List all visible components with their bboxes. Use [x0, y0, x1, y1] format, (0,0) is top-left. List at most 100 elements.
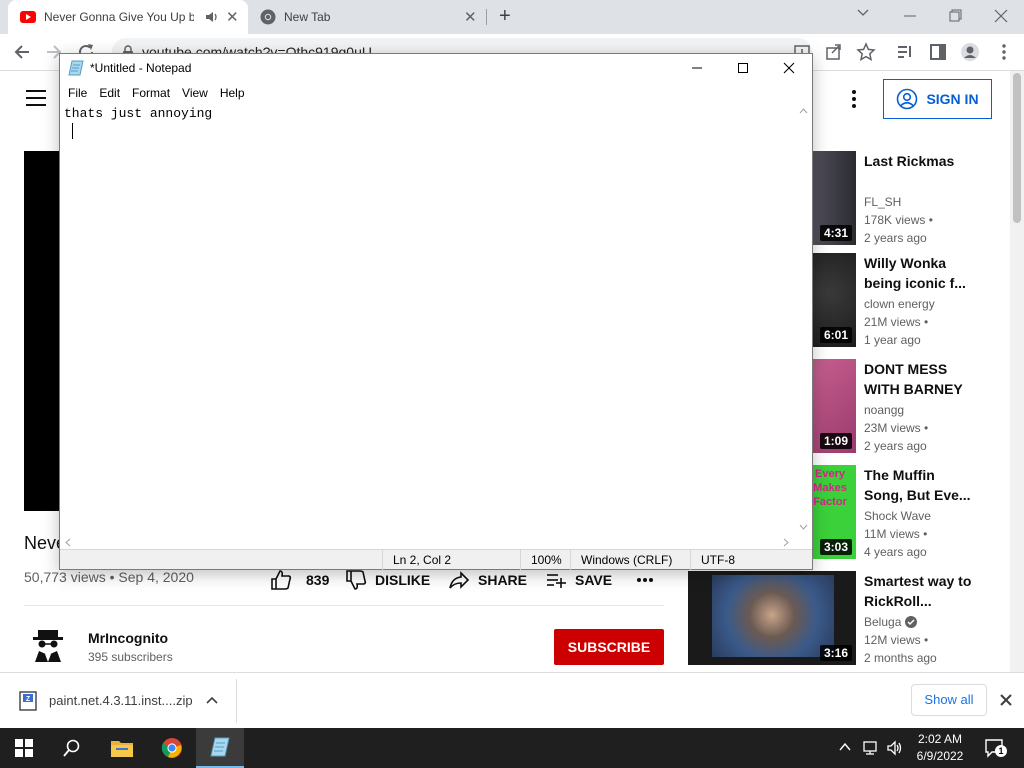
scroll-up-arrow-icon[interactable] — [799, 108, 808, 114]
browser-minimize-icon[interactable] — [895, 5, 925, 27]
notifications-icon[interactable]: 1 — [984, 738, 1007, 758]
notepad-title-bar[interactable]: *Untitled - Notepad — [60, 54, 812, 82]
share-arrow-icon — [448, 569, 470, 591]
recommendation-item[interactable]: 3:16 Smartest way to RickRoll... Beluga … — [688, 571, 1008, 667]
notepad-menu-bar: File Edit Format View Help — [60, 82, 812, 104]
file-explorer-icon[interactable] — [98, 728, 146, 768]
share-label: SHARE — [478, 572, 528, 588]
notification-count-badge: 1 — [995, 745, 1007, 757]
menu-edit[interactable]: Edit — [99, 86, 128, 100]
divider — [236, 679, 237, 723]
tab-close-icon[interactable]: ✕ — [464, 8, 477, 26]
channel-subscriber-count: 395 subscribers — [88, 650, 173, 664]
playlist-add-icon — [545, 569, 567, 591]
more-actions-icon[interactable] — [636, 567, 654, 593]
sign-in-label: SIGN IN — [926, 91, 979, 107]
notepad-vertical-scrollbar[interactable] — [795, 104, 812, 534]
share-button[interactable]: SHARE — [448, 567, 527, 593]
channel-name[interactable]: MrIncognito — [88, 630, 168, 646]
notepad-close-icon[interactable] — [766, 54, 812, 82]
status-line-ending: Windows (CRLF) — [570, 550, 690, 570]
audio-playing-icon[interactable] — [205, 10, 219, 24]
scroll-left-arrow-icon[interactable] — [65, 538, 71, 547]
video-thumbnail[interactable]: 3:16 — [688, 571, 856, 665]
notepad-window-title: *Untitled - Notepad — [90, 61, 192, 75]
windows-taskbar: 2:02 AM 6/9/2022 1 — [0, 728, 1024, 768]
tab-search-chevron-icon[interactable] — [848, 6, 878, 28]
scroll-right-arrow-icon[interactable] — [783, 538, 789, 547]
volume-icon[interactable] — [886, 739, 904, 757]
close-download-bar-icon[interactable] — [999, 693, 1013, 707]
recommendation-age: 4 years ago — [864, 545, 927, 559]
notepad-taskbar-icon[interactable] — [196, 728, 244, 768]
profile-avatar-icon[interactable] — [960, 42, 980, 62]
tab-youtube[interactable]: Never Gonna Give You Up b ✕ — [8, 0, 248, 34]
text-line: thats just annoying — [64, 106, 213, 121]
divider — [24, 605, 664, 606]
menu-help[interactable]: Help — [220, 86, 253, 100]
tab-new-tab[interactable]: New Tab ✕ — [250, 0, 486, 34]
recommendation-age: 2 months ago — [864, 651, 937, 665]
subscribe-button[interactable]: SUBSCRIBE — [554, 629, 664, 665]
sign-in-button[interactable]: SIGN IN — [883, 79, 992, 119]
like-count: 839 — [306, 572, 330, 588]
text-cursor — [72, 123, 73, 139]
tab-title: Never Gonna Give You Up b — [44, 10, 194, 24]
channel-label: clown energy — [864, 297, 935, 311]
notepad-minimize-icon[interactable] — [674, 54, 720, 82]
recommendation-channel: Shock Wave — [864, 509, 931, 523]
channel-avatar-icon[interactable] — [30, 627, 66, 663]
show-all-downloads-button[interactable]: Show all — [911, 684, 987, 716]
notepad-text-area[interactable]: thats just annoying — [60, 104, 812, 534]
share-page-icon[interactable] — [824, 42, 844, 62]
system-clock[interactable]: 2:02 AM 6/9/2022 — [912, 731, 968, 765]
dislike-button[interactable]: DISLIKE — [345, 567, 430, 593]
chrome-icon[interactable] — [148, 728, 196, 768]
save-button[interactable]: SAVE — [545, 567, 612, 593]
scroll-down-arrow-icon[interactable] — [799, 524, 808, 530]
new-tab-plus-icon[interactable]: + — [499, 5, 511, 28]
recommendation-channel: noangg — [864, 403, 904, 417]
verified-check-icon — [905, 616, 918, 628]
thumbs-down-icon — [345, 569, 367, 591]
recommendation-views: 12M views • — [864, 633, 929, 647]
menu-file[interactable]: File — [68, 86, 95, 100]
channel-label: Shock Wave — [864, 509, 931, 523]
page-scrollbar[interactable] — [1010, 71, 1024, 672]
media-controls-icon[interactable] — [895, 42, 915, 62]
side-panel-icon[interactable] — [928, 42, 948, 62]
recommendation-title: DONT MESS WITH BARNEY — [864, 361, 963, 397]
download-file-name[interactable]: paint.net.4.3.11.inst....zip — [49, 693, 193, 708]
clock-time: 2:02 AM — [917, 732, 963, 746]
menu-format[interactable]: Format — [132, 86, 178, 100]
windows-start-icon[interactable] — [0, 728, 48, 768]
browser-close-icon[interactable] — [986, 5, 1016, 27]
recommendation-title: Willy Wonka being iconic f... — [864, 255, 966, 291]
recommendation-title: Last Rickmas — [864, 153, 955, 169]
notepad-maximize-icon[interactable] — [720, 54, 766, 82]
scrollbar-thumb[interactable] — [1013, 73, 1021, 223]
like-button[interactable]: 839 — [270, 567, 329, 593]
video-duration: 3:03 — [819, 539, 852, 555]
search-icon[interactable] — [48, 728, 96, 768]
download-options-chevron-icon[interactable] — [205, 695, 219, 705]
browser-restore-icon[interactable] — [940, 5, 970, 27]
hamburger-menu-icon[interactable] — [26, 89, 46, 107]
clock-date: 6/9/2022 — [916, 749, 964, 763]
show-hidden-icons-chevron-icon[interactable] — [838, 740, 852, 754]
bookmark-star-icon[interactable] — [856, 42, 876, 62]
menu-view[interactable]: View — [182, 86, 216, 100]
browser-menu-icon[interactable] — [994, 42, 1014, 62]
channel-label: FL_SH — [864, 195, 902, 209]
tab-close-icon[interactable]: ✕ — [226, 8, 239, 26]
recommendation-views: 11M views • — [864, 527, 928, 541]
network-icon[interactable] — [862, 739, 880, 757]
video-duration: 4:31 — [819, 225, 852, 241]
channel-label: noangg — [864, 403, 905, 417]
thumbs-up-icon — [270, 569, 292, 591]
recommendation-channel: Beluga — [864, 615, 918, 629]
back-arrow-icon[interactable] — [12, 42, 32, 62]
yt-more-options-icon[interactable] — [846, 89, 862, 109]
video-meta: 50,773 views • Sep 4, 2020 — [24, 569, 194, 585]
recommendation-views: 21M views • — [864, 315, 929, 329]
